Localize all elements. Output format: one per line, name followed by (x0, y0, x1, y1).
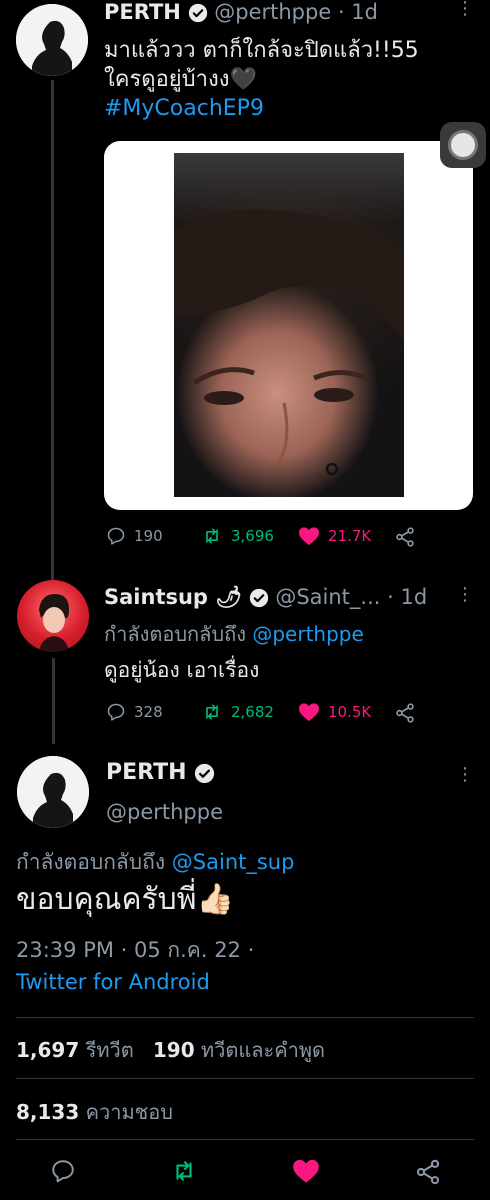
like-count: 21.7K (328, 527, 372, 545)
avatar[interactable] (16, 4, 88, 76)
divider (16, 1017, 474, 1018)
avatar[interactable] (17, 580, 89, 652)
tweet-header: PERTH (106, 760, 215, 785)
tweet-text-line: มาแล้ววว ตาก็ใกล้จะปิดแล้ว!!55 (104, 38, 419, 63)
display-name[interactable]: Saintsup 🌶 (104, 585, 242, 609)
retweet-stat[interactable]: 1,697 รีทวีต (16, 1038, 140, 1062)
more-icon[interactable]: ⋮ (456, 766, 474, 784)
tweet-source[interactable]: Twitter for Android (16, 970, 210, 994)
timestamp[interactable]: · 1d (387, 585, 427, 609)
timestamp[interactable]: · 1d (338, 0, 378, 24)
verified-icon (188, 3, 207, 23)
retweet-stat-label: รีทวีต (85, 1038, 134, 1062)
share-action[interactable] (394, 702, 424, 724)
replying-to-label: กำลังตอบกลับถึง (104, 622, 246, 646)
reply-icon (52, 1160, 74, 1183)
retweet-count: 3,696 (231, 527, 274, 545)
tweet-text: ขอบคุณครับพี่👍🏻 (16, 882, 234, 917)
heart-icon (299, 703, 319, 722)
share-icon (416, 1159, 440, 1185)
replying-to-label: กำลังตอบกลับถึง (16, 850, 166, 874)
verified-icon (194, 763, 214, 783)
tweet-text: มาแล้ววว ตาก็ใกล้จะปิดแล้ว!!55 ใครดูอยู่… (104, 36, 476, 123)
share-action[interactable] (394, 526, 424, 548)
reply-icon (107, 703, 125, 721)
photo (174, 153, 404, 497)
handle[interactable]: @perthppe (214, 0, 331, 24)
retweet-icon (206, 528, 218, 544)
like-count: 10.5K (328, 703, 372, 721)
retweet-button[interactable] (170, 1158, 198, 1188)
retweet-count: 2,682 (231, 703, 274, 721)
avatar-silhouette (17, 756, 89, 828)
tweet-media[interactable] (104, 141, 473, 510)
avatar[interactable] (17, 756, 89, 828)
replying-to-link[interactable]: @perthppe (252, 622, 363, 646)
heart-icon (299, 527, 319, 546)
share-button[interactable] (414, 1158, 442, 1190)
like-stat[interactable]: 8,133 ความชอบ (16, 1096, 173, 1128)
handle[interactable]: @perthppe (106, 800, 223, 824)
quote-stat-label: ทวีตและคำพูด (200, 1038, 326, 1062)
divider (16, 1139, 474, 1140)
thread-line (52, 658, 55, 744)
replying-to: กำลังตอบกลับถึง @perthppe (104, 620, 364, 648)
like-button[interactable] (292, 1158, 320, 1188)
divider (16, 1078, 474, 1079)
replying-to-link[interactable]: @Saint_sup (172, 850, 295, 874)
quote-total: 190 (152, 1038, 195, 1062)
reply-action[interactable]: 328 (106, 702, 163, 722)
engagement-stats: 1,697 รีทวีต 190 ทวีตและคำพูด (16, 1034, 325, 1066)
tweet-text-line: ใครดูอยู่บ้างง🖤 (104, 67, 257, 92)
tweet-header: Saintsup 🌶 @Saint_... · 1d (104, 585, 427, 610)
floating-overlay-button[interactable] (440, 122, 486, 168)
more-icon[interactable]: ⋮ (456, 586, 474, 604)
tweet-timestamp[interactable]: 23:39 PM · 05 ก.ค. 22 · (16, 934, 254, 967)
thread-line (51, 80, 54, 580)
reply-action[interactable]: 190 (106, 526, 163, 546)
retweet-action[interactable]: 3,696 (201, 526, 274, 546)
like-action[interactable]: 10.5K (298, 702, 371, 722)
reply-icon (107, 527, 125, 545)
like-stat-label: ความชอบ (85, 1100, 173, 1124)
display-name[interactable]: PERTH (104, 0, 181, 24)
retweet-icon (176, 1161, 192, 1181)
face-illustration (174, 209, 404, 476)
replying-to: กำลังตอบกลับถึง @Saint_sup (16, 846, 294, 879)
tweet-header: PERTH @perthppe · 1d (104, 0, 378, 24)
more-icon[interactable]: ⋮ (456, 0, 474, 18)
heart-icon (293, 1159, 319, 1183)
display-name[interactable]: PERTH (106, 760, 187, 785)
retweet-icon (206, 704, 218, 720)
like-action[interactable]: 21.7K (298, 526, 371, 546)
reply-button[interactable] (50, 1158, 76, 1188)
reply-count: 328 (134, 703, 163, 721)
tweet-text: ดูอยู่น้อง เอาเรื่อง (104, 658, 260, 682)
verified-icon (249, 588, 268, 608)
avatar-portrait (39, 594, 69, 652)
share-icon (396, 703, 414, 723)
reply-count: 190 (134, 527, 163, 545)
retweet-action[interactable]: 2,682 (201, 702, 274, 722)
handle[interactable]: @Saint_... (275, 585, 380, 609)
share-icon (396, 527, 414, 547)
like-total: 8,133 (16, 1100, 80, 1124)
avatar-silhouette (16, 4, 88, 76)
quote-stat[interactable]: 190 ทวีตและคำพูด (153, 1038, 325, 1062)
retweet-total: 1,697 (16, 1038, 80, 1062)
hashtag-link[interactable]: #MyCoachEP9 (104, 94, 476, 123)
